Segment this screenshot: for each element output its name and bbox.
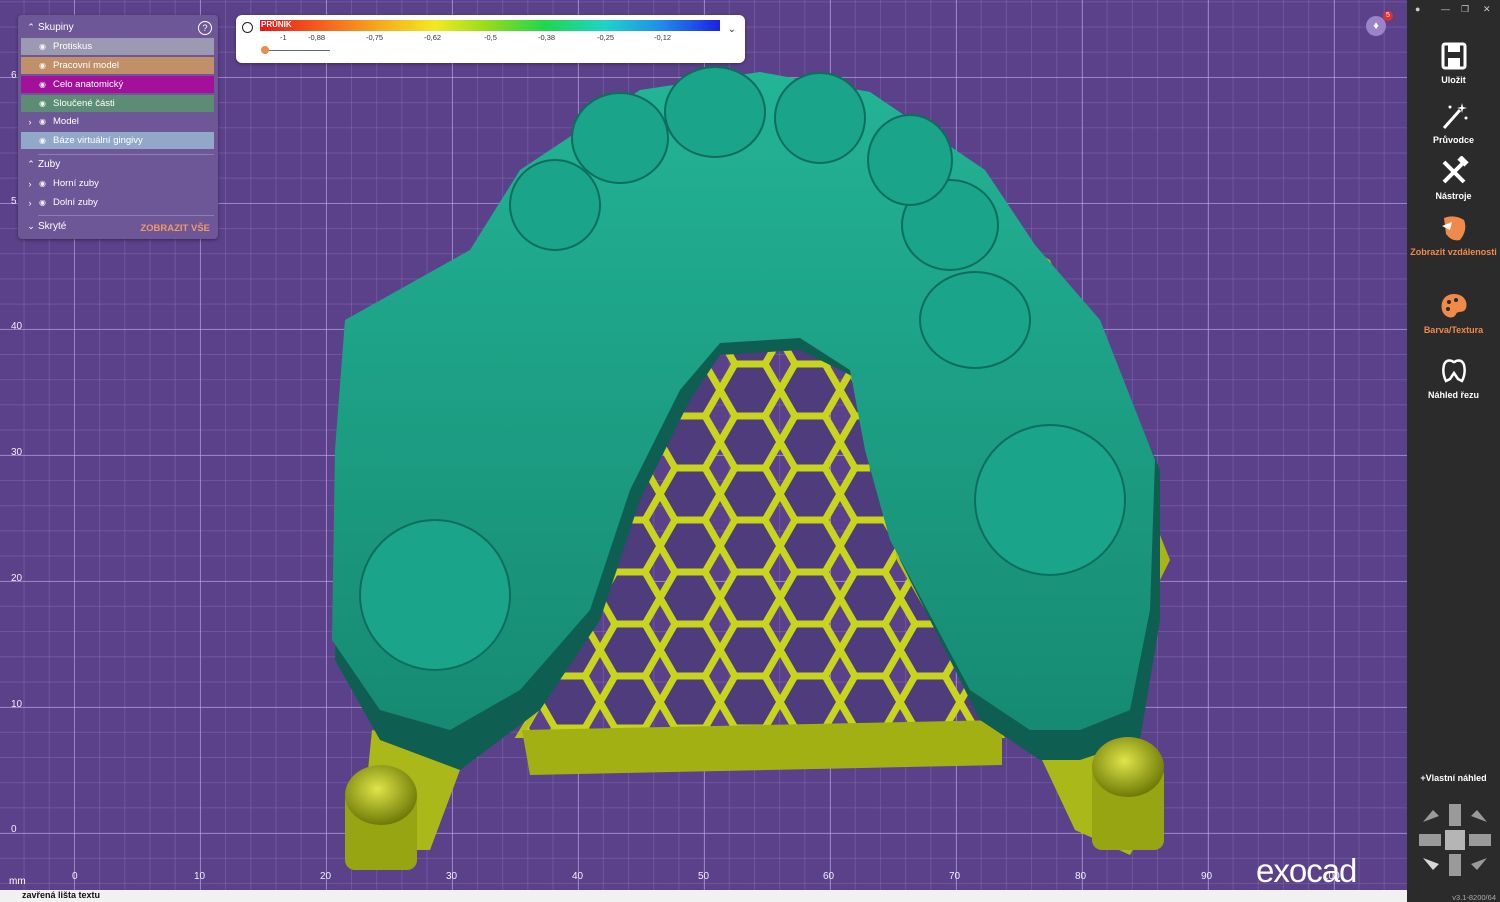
threshold-slider-handle[interactable]: [261, 46, 269, 54]
right-toolbar: ● — ❐ ✕ Uložit Průvodce Nástroje Zobrazi…: [1407, 0, 1500, 902]
unit-label: mm: [9, 876, 26, 887]
x-tick: 40: [572, 871, 584, 882]
x-tick: 90: [1201, 871, 1213, 882]
close-icon[interactable]: ✕: [1483, 4, 1491, 15]
tools-icon: [1442, 156, 1469, 184]
view-cube-navigator[interactable]: [1417, 802, 1493, 878]
section-view-button[interactable]: Náhled řezu: [1407, 355, 1500, 400]
y-tick: 20: [11, 573, 23, 584]
eye-off-icon[interactable]: ◉: [39, 80, 53, 89]
x-tick: 20: [320, 871, 332, 882]
group-row-sloucene-casti[interactable]: ◉ Sloučené části: [21, 95, 214, 112]
groups-header[interactable]: ⌃ Skupiny: [24, 22, 73, 33]
group-row-baze-gingivy[interactable]: ◉ Báze virtuální gingivy: [21, 132, 214, 149]
view-corner-icon: [1471, 858, 1487, 870]
view-right-icon: [1469, 834, 1491, 846]
colormap-tick: -1: [280, 33, 287, 42]
colormap-tick: -0,62: [424, 33, 442, 42]
tools-button[interactable]: Nástroje: [1407, 156, 1500, 201]
colormap-tick: -0,12: [654, 33, 672, 42]
x-tick: 80: [1075, 871, 1087, 882]
save-icon: [1441, 42, 1466, 70]
y-tick: 30: [11, 447, 23, 458]
wizard-wand-icon: [1442, 103, 1467, 129]
custom-view-button[interactable]: +Vlastní náhled: [1407, 773, 1500, 783]
color-texture-button[interactable]: Barva/Textura: [1407, 290, 1500, 335]
version-label: v3.1-8200/64: [1452, 893, 1496, 902]
3d-viewport[interactable]: 0 10 20 30 40 50 60 70 80 90 100 6 5 40 …: [0, 0, 1407, 902]
x-tick: 50: [698, 871, 710, 882]
show-all-button[interactable]: ZOBRAZIT VŠE: [140, 223, 210, 234]
user-icon[interactable]: ●: [1415, 4, 1420, 14]
group-row-pracovni-model[interactable]: ◉ Pracovní model: [21, 57, 214, 74]
chevron-right-icon[interactable]: ›: [21, 117, 39, 127]
status-bar: zavřená lišta textu: [0, 890, 1407, 902]
minimize-icon[interactable]: —: [1441, 4, 1450, 14]
x-tick: 70: [949, 871, 961, 882]
wizard-button[interactable]: Průvodce: [1407, 100, 1500, 145]
right-pin: [1092, 737, 1164, 850]
chevron-down-icon[interactable]: ⌄: [728, 24, 736, 35]
y-tick: 0: [11, 824, 17, 835]
eye-off-icon[interactable]: ◉: [39, 136, 53, 145]
colormap-title: PRŮNIK: [261, 20, 292, 29]
y-tick: 6: [11, 70, 17, 81]
palette-icon: [1441, 294, 1466, 318]
colormap-tick: -0,5: [484, 33, 497, 42]
eye-off-icon[interactable]: ◉: [39, 61, 53, 70]
show-distances-button[interactable]: Zobrazit vzdálenosti: [1407, 212, 1500, 257]
group-row-protiskus[interactable]: ◉ Protiskus: [21, 38, 214, 55]
gauge-icon[interactable]: [242, 22, 253, 33]
chevron-right-icon[interactable]: ›: [21, 179, 39, 189]
help-icon[interactable]: ?: [198, 21, 212, 35]
group-row-model[interactable]: › ◉ Model: [21, 113, 214, 130]
notification-badge: 5: [1383, 11, 1393, 21]
view-corner-icon: [1471, 810, 1487, 822]
save-button[interactable]: Uložit: [1407, 40, 1500, 85]
restore-icon[interactable]: ❐: [1461, 4, 1469, 15]
view-bottom-icon: [1449, 854, 1461, 876]
left-pin: [345, 765, 417, 870]
y-tick: 10: [11, 699, 23, 710]
chevron-down-icon: ⌄: [27, 221, 35, 231]
x-tick: 30: [446, 871, 458, 882]
chevron-right-icon[interactable]: ›: [21, 198, 39, 208]
y-tick: 5: [11, 196, 17, 207]
exocad-logo: exocad: [1256, 852, 1357, 889]
teeth-row-upper[interactable]: › ◉ Horní zuby: [21, 175, 214, 192]
y-tick: 40: [11, 321, 23, 332]
distance-colormap-panel: PRŮNIK -1 -0,88 -0,75 -0,62 -0,5 -0,38 -…: [236, 15, 745, 63]
group-row-celo-anatomicky[interactable]: ◉ Celo anatomický: [21, 76, 214, 93]
hidden-header[interactable]: ⌄ Skryté: [24, 221, 66, 232]
teeth-row-lower[interactable]: › ◉ Dolní zuby: [21, 194, 214, 211]
x-tick: 0: [72, 871, 78, 882]
eye-off-icon[interactable]: ◉: [39, 99, 53, 108]
threshold-slider-track[interactable]: [264, 50, 330, 51]
colormap-gradient: [260, 20, 720, 31]
view-top-icon: [1449, 804, 1461, 826]
eye-icon[interactable]: ◉: [39, 179, 53, 188]
eye-icon[interactable]: ◉: [39, 117, 53, 126]
colormap-tick: -0,38: [538, 33, 556, 42]
chevron-up-icon: ⌃: [27, 159, 35, 169]
view-corner-icon: [1423, 858, 1439, 870]
x-tick: 10: [194, 871, 206, 882]
colormap-tick: -0,25: [597, 33, 615, 42]
eye-off-icon[interactable]: ◉: [39, 42, 53, 51]
divider: [38, 154, 214, 155]
chevron-up-icon: ⌃: [27, 22, 35, 32]
teeth-header[interactable]: ⌃ Zuby: [24, 159, 60, 170]
status-text: zavřená lišta textu: [22, 890, 101, 900]
colormap-tick: -0,75: [366, 33, 384, 42]
distance-tooth-icon: [1441, 216, 1465, 241]
view-left-icon: [1419, 834, 1441, 846]
section-view-icon: [1441, 359, 1466, 383]
groups-panel: ⌃ Skupiny ? ◉ Protiskus ◉ Pracovní model ◉ C…: [18, 15, 218, 239]
view-corner-icon: [1423, 810, 1439, 822]
colormap-tick: -0,88: [308, 33, 326, 42]
eye-off-icon[interactable]: ◉: [39, 198, 53, 207]
view-front-icon: [1445, 830, 1465, 850]
x-tick: 60: [823, 871, 835, 882]
divider: [38, 215, 214, 216]
